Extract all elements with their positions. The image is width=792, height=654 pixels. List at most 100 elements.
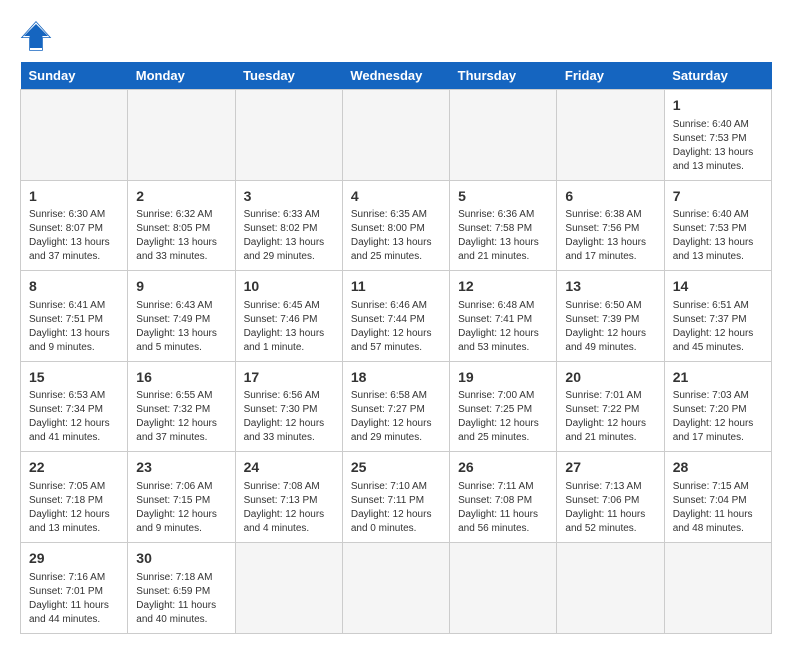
calendar-cell: 26Sunrise: 7:11 AM Sunset: 7:08 PM Dayli… bbox=[450, 452, 557, 543]
calendar-cell: 5Sunrise: 6:36 AM Sunset: 7:58 PM Daylig… bbox=[450, 180, 557, 271]
day-number: 3 bbox=[244, 187, 334, 207]
day-number: 8 bbox=[29, 277, 119, 297]
calendar-week-row: 1Sunrise: 6:30 AM Sunset: 8:07 PM Daylig… bbox=[21, 180, 772, 271]
calendar-cell: 14Sunrise: 6:51 AM Sunset: 7:37 PM Dayli… bbox=[664, 271, 771, 362]
calendar-cell: 10Sunrise: 6:45 AM Sunset: 7:46 PM Dayli… bbox=[235, 271, 342, 362]
day-number: 16 bbox=[136, 368, 226, 388]
day-detail: Sunrise: 6:38 AM Sunset: 7:56 PM Dayligh… bbox=[565, 208, 655, 264]
day-detail: Sunrise: 6:43 AM Sunset: 7:49 PM Dayligh… bbox=[136, 299, 226, 355]
calendar-cell: 1Sunrise: 6:30 AM Sunset: 8:07 PM Daylig… bbox=[21, 180, 128, 271]
day-number: 29 bbox=[29, 549, 119, 569]
calendar-cell: 22Sunrise: 7:05 AM Sunset: 7:18 PM Dayli… bbox=[21, 452, 128, 543]
calendar-cell: 21Sunrise: 7:03 AM Sunset: 7:20 PM Dayli… bbox=[664, 361, 771, 452]
logo bbox=[20, 20, 56, 52]
day-number: 20 bbox=[565, 368, 655, 388]
page-header bbox=[20, 20, 772, 52]
calendar-cell: 6Sunrise: 6:38 AM Sunset: 7:56 PM Daylig… bbox=[557, 180, 664, 271]
calendar-cell: 30Sunrise: 7:18 AM Sunset: 6:59 PM Dayli… bbox=[128, 542, 235, 633]
day-number: 28 bbox=[673, 458, 763, 478]
day-detail: Sunrise: 6:35 AM Sunset: 8:00 PM Dayligh… bbox=[351, 208, 441, 264]
calendar-cell: 11Sunrise: 6:46 AM Sunset: 7:44 PM Dayli… bbox=[342, 271, 449, 362]
calendar-cell bbox=[235, 90, 342, 181]
day-number: 26 bbox=[458, 458, 548, 478]
column-header-wednesday: Wednesday bbox=[342, 62, 449, 90]
column-header-tuesday: Tuesday bbox=[235, 62, 342, 90]
day-detail: Sunrise: 7:08 AM Sunset: 7:13 PM Dayligh… bbox=[244, 480, 334, 536]
day-detail: Sunrise: 6:40 AM Sunset: 7:53 PM Dayligh… bbox=[673, 118, 763, 174]
day-number: 18 bbox=[351, 368, 441, 388]
day-number: 1 bbox=[673, 96, 763, 116]
day-number: 25 bbox=[351, 458, 441, 478]
calendar-cell: 8Sunrise: 6:41 AM Sunset: 7:51 PM Daylig… bbox=[21, 271, 128, 362]
day-detail: Sunrise: 6:33 AM Sunset: 8:02 PM Dayligh… bbox=[244, 208, 334, 264]
calendar-cell: 2Sunrise: 6:32 AM Sunset: 8:05 PM Daylig… bbox=[128, 180, 235, 271]
calendar-cell: 13Sunrise: 6:50 AM Sunset: 7:39 PM Dayli… bbox=[557, 271, 664, 362]
calendar-cell bbox=[21, 90, 128, 181]
day-detail: Sunrise: 6:58 AM Sunset: 7:27 PM Dayligh… bbox=[351, 389, 441, 445]
column-header-sunday: Sunday bbox=[21, 62, 128, 90]
day-number: 30 bbox=[136, 549, 226, 569]
day-number: 22 bbox=[29, 458, 119, 478]
day-detail: Sunrise: 7:10 AM Sunset: 7:11 PM Dayligh… bbox=[351, 480, 441, 536]
day-detail: Sunrise: 6:36 AM Sunset: 7:58 PM Dayligh… bbox=[458, 208, 548, 264]
calendar-cell: 25Sunrise: 7:10 AM Sunset: 7:11 PM Dayli… bbox=[342, 452, 449, 543]
day-detail: Sunrise: 7:15 AM Sunset: 7:04 PM Dayligh… bbox=[673, 480, 763, 536]
calendar-cell: 12Sunrise: 6:48 AM Sunset: 7:41 PM Dayli… bbox=[450, 271, 557, 362]
day-detail: Sunrise: 7:18 AM Sunset: 6:59 PM Dayligh… bbox=[136, 571, 226, 627]
day-detail: Sunrise: 6:30 AM Sunset: 8:07 PM Dayligh… bbox=[29, 208, 119, 264]
day-number: 2 bbox=[136, 187, 226, 207]
column-header-monday: Monday bbox=[128, 62, 235, 90]
calendar-cell: 17Sunrise: 6:56 AM Sunset: 7:30 PM Dayli… bbox=[235, 361, 342, 452]
calendar-cell: 9Sunrise: 6:43 AM Sunset: 7:49 PM Daylig… bbox=[128, 271, 235, 362]
calendar-header-row: SundayMondayTuesdayWednesdayThursdayFrid… bbox=[21, 62, 772, 90]
day-detail: Sunrise: 7:00 AM Sunset: 7:25 PM Dayligh… bbox=[458, 389, 548, 445]
column-header-thursday: Thursday bbox=[450, 62, 557, 90]
calendar-cell bbox=[664, 542, 771, 633]
day-number: 12 bbox=[458, 277, 548, 297]
calendar-week-row: 15Sunrise: 6:53 AM Sunset: 7:34 PM Dayli… bbox=[21, 361, 772, 452]
calendar-cell bbox=[235, 542, 342, 633]
day-detail: Sunrise: 6:40 AM Sunset: 7:53 PM Dayligh… bbox=[673, 208, 763, 264]
calendar-week-row: 22Sunrise: 7:05 AM Sunset: 7:18 PM Dayli… bbox=[21, 452, 772, 543]
calendar-week-row: 1Sunrise: 6:40 AM Sunset: 7:53 PM Daylig… bbox=[21, 90, 772, 181]
calendar-week-row: 8Sunrise: 6:41 AM Sunset: 7:51 PM Daylig… bbox=[21, 271, 772, 362]
day-number: 10 bbox=[244, 277, 334, 297]
calendar-cell: 20Sunrise: 7:01 AM Sunset: 7:22 PM Dayli… bbox=[557, 361, 664, 452]
day-number: 6 bbox=[565, 187, 655, 207]
calendar-cell: 15Sunrise: 6:53 AM Sunset: 7:34 PM Dayli… bbox=[21, 361, 128, 452]
day-number: 1 bbox=[29, 187, 119, 207]
calendar-cell bbox=[342, 90, 449, 181]
column-header-saturday: Saturday bbox=[664, 62, 771, 90]
day-detail: Sunrise: 6:45 AM Sunset: 7:46 PM Dayligh… bbox=[244, 299, 334, 355]
calendar-cell bbox=[128, 90, 235, 181]
day-number: 13 bbox=[565, 277, 655, 297]
calendar-cell: 18Sunrise: 6:58 AM Sunset: 7:27 PM Dayli… bbox=[342, 361, 449, 452]
day-number: 15 bbox=[29, 368, 119, 388]
calendar-cell: 3Sunrise: 6:33 AM Sunset: 8:02 PM Daylig… bbox=[235, 180, 342, 271]
day-number: 11 bbox=[351, 277, 441, 297]
day-detail: Sunrise: 6:53 AM Sunset: 7:34 PM Dayligh… bbox=[29, 389, 119, 445]
day-number: 9 bbox=[136, 277, 226, 297]
calendar-cell bbox=[342, 542, 449, 633]
calendar-cell bbox=[450, 90, 557, 181]
calendar-table: SundayMondayTuesdayWednesdayThursdayFrid… bbox=[20, 62, 772, 634]
day-detail: Sunrise: 6:41 AM Sunset: 7:51 PM Dayligh… bbox=[29, 299, 119, 355]
calendar-cell: 1Sunrise: 6:40 AM Sunset: 7:53 PM Daylig… bbox=[664, 90, 771, 181]
day-number: 19 bbox=[458, 368, 548, 388]
calendar-cell: 29Sunrise: 7:16 AM Sunset: 7:01 PM Dayli… bbox=[21, 542, 128, 633]
calendar-cell: 24Sunrise: 7:08 AM Sunset: 7:13 PM Dayli… bbox=[235, 452, 342, 543]
day-number: 27 bbox=[565, 458, 655, 478]
day-number: 4 bbox=[351, 187, 441, 207]
day-number: 24 bbox=[244, 458, 334, 478]
day-detail: Sunrise: 7:06 AM Sunset: 7:15 PM Dayligh… bbox=[136, 480, 226, 536]
calendar-cell: 4Sunrise: 6:35 AM Sunset: 8:00 PM Daylig… bbox=[342, 180, 449, 271]
calendar-cell: 7Sunrise: 6:40 AM Sunset: 7:53 PM Daylig… bbox=[664, 180, 771, 271]
calendar-cell: 27Sunrise: 7:13 AM Sunset: 7:06 PM Dayli… bbox=[557, 452, 664, 543]
day-detail: Sunrise: 6:51 AM Sunset: 7:37 PM Dayligh… bbox=[673, 299, 763, 355]
day-detail: Sunrise: 6:50 AM Sunset: 7:39 PM Dayligh… bbox=[565, 299, 655, 355]
day-detail: Sunrise: 6:55 AM Sunset: 7:32 PM Dayligh… bbox=[136, 389, 226, 445]
day-detail: Sunrise: 7:05 AM Sunset: 7:18 PM Dayligh… bbox=[29, 480, 119, 536]
day-number: 5 bbox=[458, 187, 548, 207]
day-number: 17 bbox=[244, 368, 334, 388]
day-number: 7 bbox=[673, 187, 763, 207]
